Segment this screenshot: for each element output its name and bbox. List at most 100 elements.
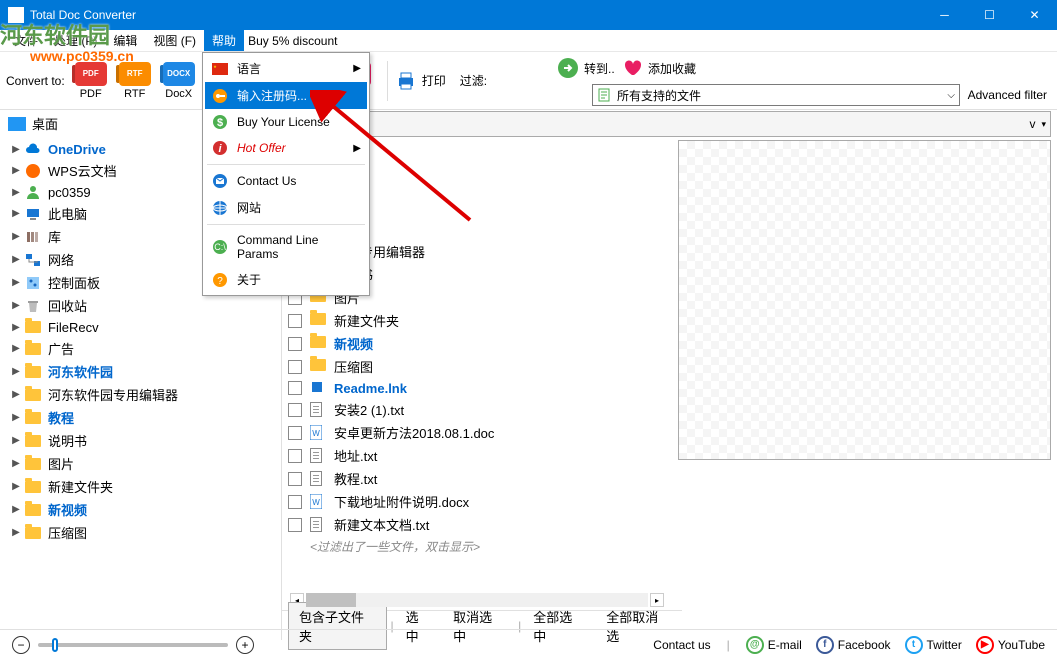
zoom-slider[interactable] [38, 643, 228, 647]
close-button[interactable]: ✕ [1012, 0, 1057, 30]
expand-icon[interactable]: ▶ [10, 254, 22, 265]
format-rtf-button[interactable]: RTFRTF [117, 62, 153, 100]
checkbox[interactable] [288, 472, 302, 486]
tree-item[interactable]: ▶新视频 [10, 498, 281, 521]
tree-item[interactable]: ▶压缩图 [10, 521, 281, 544]
expand-icon[interactable]: ▶ [10, 412, 22, 423]
tree-item[interactable]: ▶说明书 [10, 429, 281, 452]
file-item[interactable]: Readme.lnk [288, 378, 666, 398]
contact-us-link[interactable]: Contact us [653, 638, 710, 652]
tree-item[interactable]: ▶图片 [10, 452, 281, 475]
file-item[interactable]: 新建文本文档.txt [288, 513, 666, 536]
expand-icon[interactable]: ▶ [10, 366, 22, 377]
expand-icon[interactable]: ▶ [10, 208, 22, 219]
maximize-button[interactable]: ☐ [967, 0, 1012, 30]
e-mail-icon: @ [746, 636, 764, 654]
file-item[interactable]: 安装2 (1).txt [288, 398, 666, 421]
advanced-filter-link[interactable]: Advanced filter [968, 88, 1047, 102]
printer-icon [394, 69, 418, 93]
path-bar[interactable]: v ▾ [288, 111, 1051, 137]
checkbox[interactable] [288, 403, 302, 417]
tree-item[interactable]: ▶河东软件园专用编辑器 [10, 383, 281, 406]
tree-item[interactable]: ▶广告 [10, 337, 281, 360]
social-facebook-link[interactable]: fFacebook [816, 636, 891, 654]
social-e-mail-link[interactable]: @E-mail [746, 636, 802, 654]
file-item[interactable]: W安卓更新方法2018.08.1.doc [288, 421, 666, 444]
tree-item[interactable]: ▶河东软件园 [10, 360, 281, 383]
menu-item-label: Command Line Params [237, 233, 361, 261]
format-label: RTF [124, 88, 145, 100]
minimize-button[interactable]: ─ [922, 0, 967, 30]
expand-icon[interactable]: ▶ [10, 343, 22, 354]
expand-icon[interactable]: ▶ [10, 504, 22, 515]
checkbox[interactable] [288, 314, 302, 328]
file-icon [310, 313, 328, 329]
format-pdf-button[interactable]: PDFPDF [73, 62, 109, 100]
menu-item[interactable]: 网站 [205, 194, 367, 221]
file-item[interactable]: 新建文件夹 [288, 309, 666, 332]
flag-icon [211, 61, 229, 77]
checkbox[interactable] [288, 337, 302, 351]
file-icon [310, 517, 328, 533]
convert-button[interactable]: 转到.. [556, 56, 615, 80]
horizontal-scrollbar[interactable]: ◂ ▸ [282, 592, 672, 608]
expand-icon[interactable]: ▶ [10, 231, 22, 242]
format-docx-button[interactable]: DOCXDocX [161, 62, 197, 100]
separator [387, 61, 388, 101]
expand-icon[interactable]: ▶ [10, 165, 22, 176]
checkbox[interactable] [288, 518, 302, 532]
file-item[interactable]: 地址.txt [288, 444, 666, 467]
file-icon [310, 402, 328, 418]
checkbox[interactable] [288, 495, 302, 509]
social-twitter-link[interactable]: tTwitter [905, 636, 962, 654]
filter-value: 所有支持的文件 [617, 87, 947, 104]
expand-icon[interactable]: ▶ [10, 187, 22, 198]
menu-view[interactable]: 视图 (F) [145, 30, 204, 51]
menu-file[interactable]: 文件 [6, 30, 46, 51]
expand-icon[interactable]: ▶ [10, 277, 22, 288]
menu-item[interactable]: iHot Offer▶ [205, 135, 367, 161]
expand-icon[interactable]: ▶ [10, 389, 22, 400]
globe-icon [211, 200, 229, 216]
expand-icon[interactable]: ▶ [10, 435, 22, 446]
checkbox[interactable] [288, 449, 302, 463]
menu-edit[interactable]: 编辑 [105, 30, 145, 51]
tree-item[interactable]: ▶FileRecv [10, 317, 281, 337]
zoom-in-button[interactable]: + [236, 636, 254, 654]
expand-icon[interactable]: ▶ [10, 458, 22, 469]
tree-item[interactable]: ▶新建文件夹 [10, 475, 281, 498]
menu-item[interactable]: C:\ Command Line Params [205, 228, 367, 266]
zoom-out-button[interactable]: − [12, 636, 30, 654]
expand-icon[interactable]: ▶ [10, 527, 22, 538]
filter-select[interactable]: 所有支持的文件 ⌵ [592, 84, 960, 106]
file-item[interactable]: W下载地址附件说明.docx [288, 490, 666, 513]
user-icon [24, 184, 42, 200]
filtered-message[interactable]: <过滤出了一些文件，双击显示> [288, 536, 666, 557]
social-youtube-link[interactable]: ▶YouTube [976, 636, 1045, 654]
expand-icon[interactable]: ▶ [10, 300, 22, 311]
expand-icon[interactable]: ▶ [10, 144, 22, 155]
tree-item[interactable]: ▶回收站 [10, 294, 281, 317]
menu-item[interactable]: Contact Us [205, 168, 367, 194]
menu-item[interactable]: 语言▶ [205, 55, 367, 82]
file-item[interactable]: 新视频 [288, 332, 666, 355]
menu-process[interactable]: 处理 (P) [46, 30, 105, 51]
checkbox[interactable] [288, 426, 302, 440]
menu-item[interactable]: ?关于 [205, 266, 367, 293]
menu-help[interactable]: 帮助 [204, 30, 244, 51]
print-button[interactable]: 打印 [394, 69, 446, 93]
file-item[interactable]: 压缩图 [288, 355, 666, 378]
svg-text:W: W [312, 429, 320, 438]
checkbox[interactable] [288, 360, 302, 374]
menu-item[interactable]: $Buy Your License [205, 109, 367, 135]
twitter-icon: t [905, 636, 923, 654]
file-item[interactable]: 教程.txt [288, 467, 666, 490]
cmd-icon: C:\ [211, 239, 229, 255]
favorite-button[interactable]: 添加收藏 [620, 56, 696, 80]
tree-item[interactable]: ▶教程 [10, 406, 281, 429]
expand-icon[interactable]: ▶ [10, 481, 22, 492]
expand-icon[interactable]: ▶ [10, 322, 22, 333]
discount-link[interactable]: Buy 5% discount [248, 34, 337, 48]
menu-item[interactable]: 输入注册码... [205, 82, 367, 109]
checkbox[interactable] [288, 381, 302, 395]
